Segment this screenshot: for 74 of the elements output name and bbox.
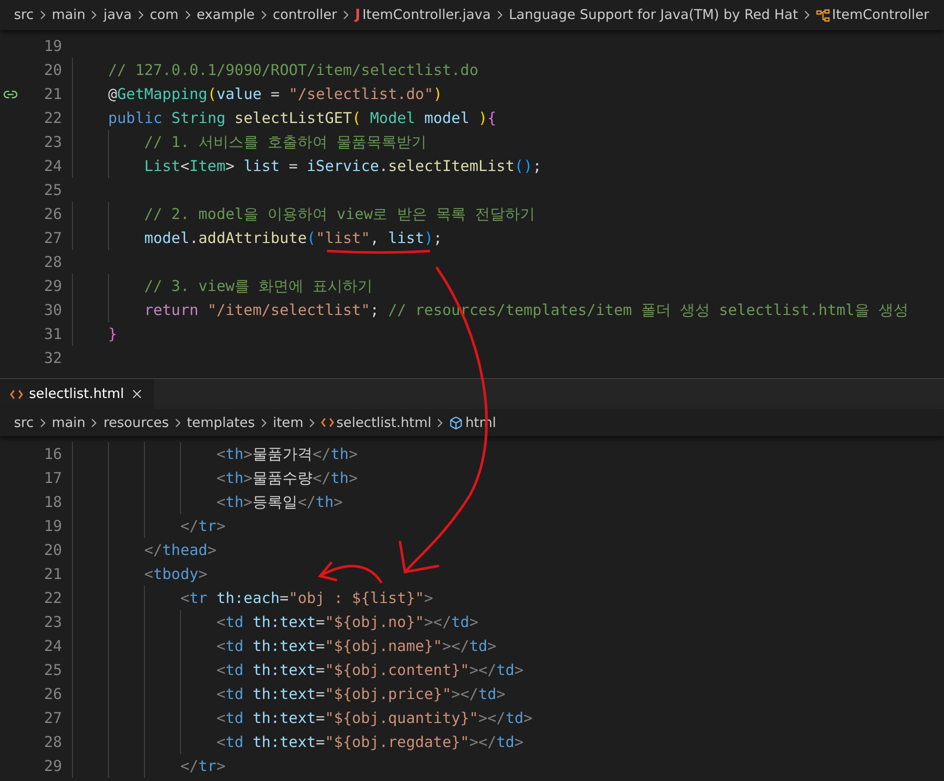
code-brackets-icon: [321, 417, 334, 428]
cube-icon: [449, 416, 464, 430]
editor-tab[interactable]: selectlist.html: [0, 379, 154, 409]
code-line: <th>물품수량</th>: [216, 468, 358, 488]
code-line: <td th:text="${obj.price}"></td>: [216, 685, 506, 703]
code-line: </thead>: [144, 541, 216, 559]
line-number: 16: [44, 445, 62, 463]
line-number: 19: [44, 517, 62, 535]
breadcrumb-item[interactable]: com: [150, 7, 179, 23]
code-line: <td th:text="${obj.quantity}"></td>: [216, 709, 533, 727]
line-number: 26: [44, 205, 62, 223]
line-number: 21: [44, 565, 62, 583]
code-line: <td th:text="${obj.name}"></td>: [216, 637, 496, 655]
code-line: </tr>: [180, 757, 226, 775]
breadcrumb-item[interactable]: selectlist.html: [336, 414, 432, 430]
breadcrumb-item[interactable]: src: [14, 7, 34, 23]
line-number: 24: [44, 157, 62, 175]
code-line: <th>등록일</th>: [216, 492, 343, 512]
line-number: 26: [44, 685, 62, 703]
breadcrumb-item[interactable]: main: [52, 7, 86, 23]
line-number: 19: [44, 37, 62, 55]
code-line: <td th:text="${obj.content}"></td>: [216, 661, 524, 679]
line-number: 32: [44, 349, 62, 367]
breadcrumb-item[interactable]: ItemController: [832, 7, 930, 23]
line-number: 22: [44, 589, 62, 607]
breadcrumb-item[interactable]: controller: [272, 7, 338, 23]
breadcrumb-item[interactable]: main: [52, 414, 86, 430]
line-number: 20: [44, 541, 62, 559]
class-icon: [816, 8, 830, 22]
code-line: public String selectListGET( Model model ){: [108, 109, 496, 127]
code-line: <td th:text="${obj.regdate}"></td>: [216, 733, 524, 751]
code-line: // 1. 서비스를 호출하여 물품목록받기: [144, 132, 426, 152]
curved-arrow: [318, 562, 382, 584]
breadcrumb-item[interactable]: Language Support for Java(TM) by Red Hat: [508, 7, 798, 23]
code-line: <th>물품가격</th>: [216, 444, 358, 464]
line-number: 24: [44, 637, 62, 655]
breadcrumb-item[interactable]: item: [272, 414, 304, 430]
code-line: // 3. view를 화면에 표시하기: [144, 276, 373, 296]
breadcrumb-item[interactable]: java: [103, 7, 132, 23]
line-number: 27: [44, 709, 62, 727]
breadcrumb-item[interactable]: resources: [103, 414, 169, 430]
breadcrumb-item[interactable]: src: [14, 414, 34, 430]
code-brackets-icon: [10, 388, 23, 400]
line-number: 23: [44, 613, 62, 631]
line-number: 30: [44, 301, 62, 319]
line-number: 29: [44, 757, 62, 775]
line-number: 25: [44, 181, 62, 199]
line-number: 17: [44, 469, 62, 487]
code-line: <tbody>: [144, 565, 208, 583]
line-number: 21: [44, 85, 62, 103]
code-line: // 127.0.0.1/9090/ROOT/item/selectlist.do: [108, 61, 478, 79]
line-number: 28: [44, 733, 62, 751]
code-line: List<Item> list = iService.selectItemList();: [144, 157, 542, 175]
line-number: 27: [44, 229, 62, 247]
java-file-icon: J: [355, 7, 360, 23]
code-line: <td th:text="${obj.no}"></td>: [216, 613, 478, 631]
tab-label: selectlist.html: [29, 386, 124, 402]
breadcrumb-item[interactable]: example: [196, 7, 255, 23]
line-number: 25: [44, 661, 62, 679]
breadcrumb-item[interactable]: templates: [186, 414, 255, 430]
line-number: 28: [44, 253, 62, 271]
line-number: 31: [44, 325, 62, 343]
line-number: 22: [44, 109, 62, 127]
line-number: 29: [44, 277, 62, 295]
line-number: 20: [44, 61, 62, 79]
breadcrumb-item[interactable]: ItemController.java: [362, 7, 491, 23]
code-line: model.addAttribute("list", list);: [144, 229, 442, 247]
code-line: <tr th:each="obj : ${list}">: [180, 589, 434, 607]
line-number: 23: [44, 133, 62, 151]
code-line: </tr>: [180, 517, 226, 535]
code-line: // 2. model을 이용하여 view로 받은 목록 전달하기: [144, 204, 535, 224]
code-line: @GetMapping(value = "/selectlist.do"): [108, 85, 442, 103]
line-number: 18: [44, 493, 62, 511]
code-line: }: [108, 325, 118, 343]
